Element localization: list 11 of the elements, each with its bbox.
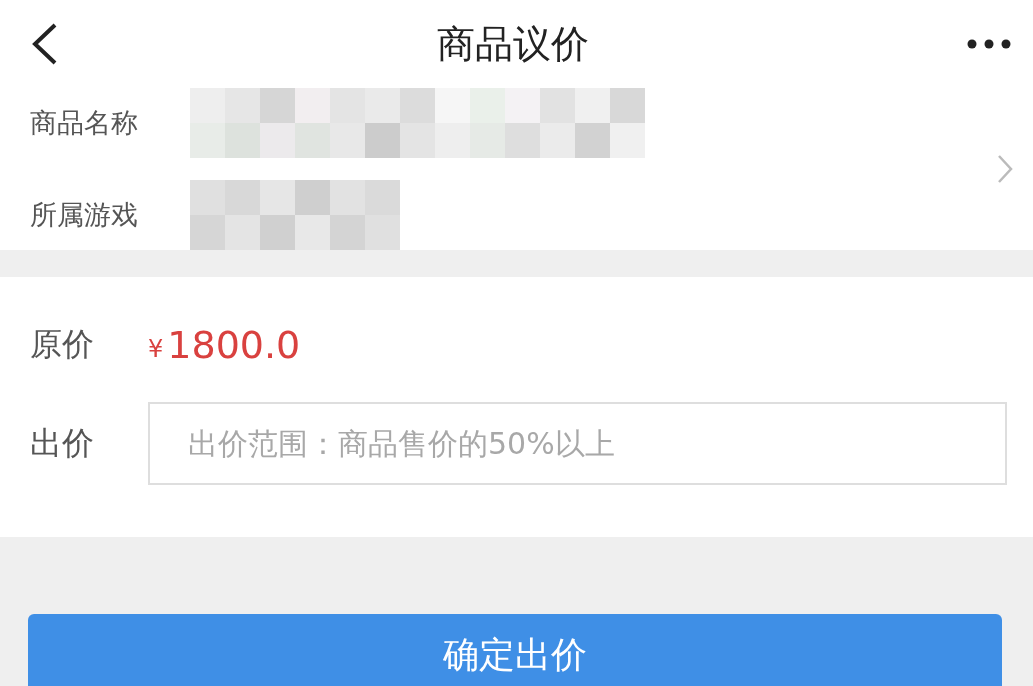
currency-symbol: ¥ [148, 334, 164, 363]
back-icon[interactable] [30, 22, 58, 66]
field-label: 商品名称 [30, 106, 138, 140]
field-label: 所属游戏 [30, 198, 138, 232]
offer-input-field[interactable]: 出价范围：商品售价的50%以上 [148, 402, 1007, 485]
page-title: 商品议价 [436, 20, 589, 68]
submit-offer-button[interactable]: 确定出价 [28, 614, 1002, 686]
more-icon[interactable] [967, 39, 1011, 49]
field-label: 出价 [30, 422, 95, 464]
field-label: 原价 [30, 323, 95, 365]
price-value: 1800.0 [167, 322, 301, 367]
